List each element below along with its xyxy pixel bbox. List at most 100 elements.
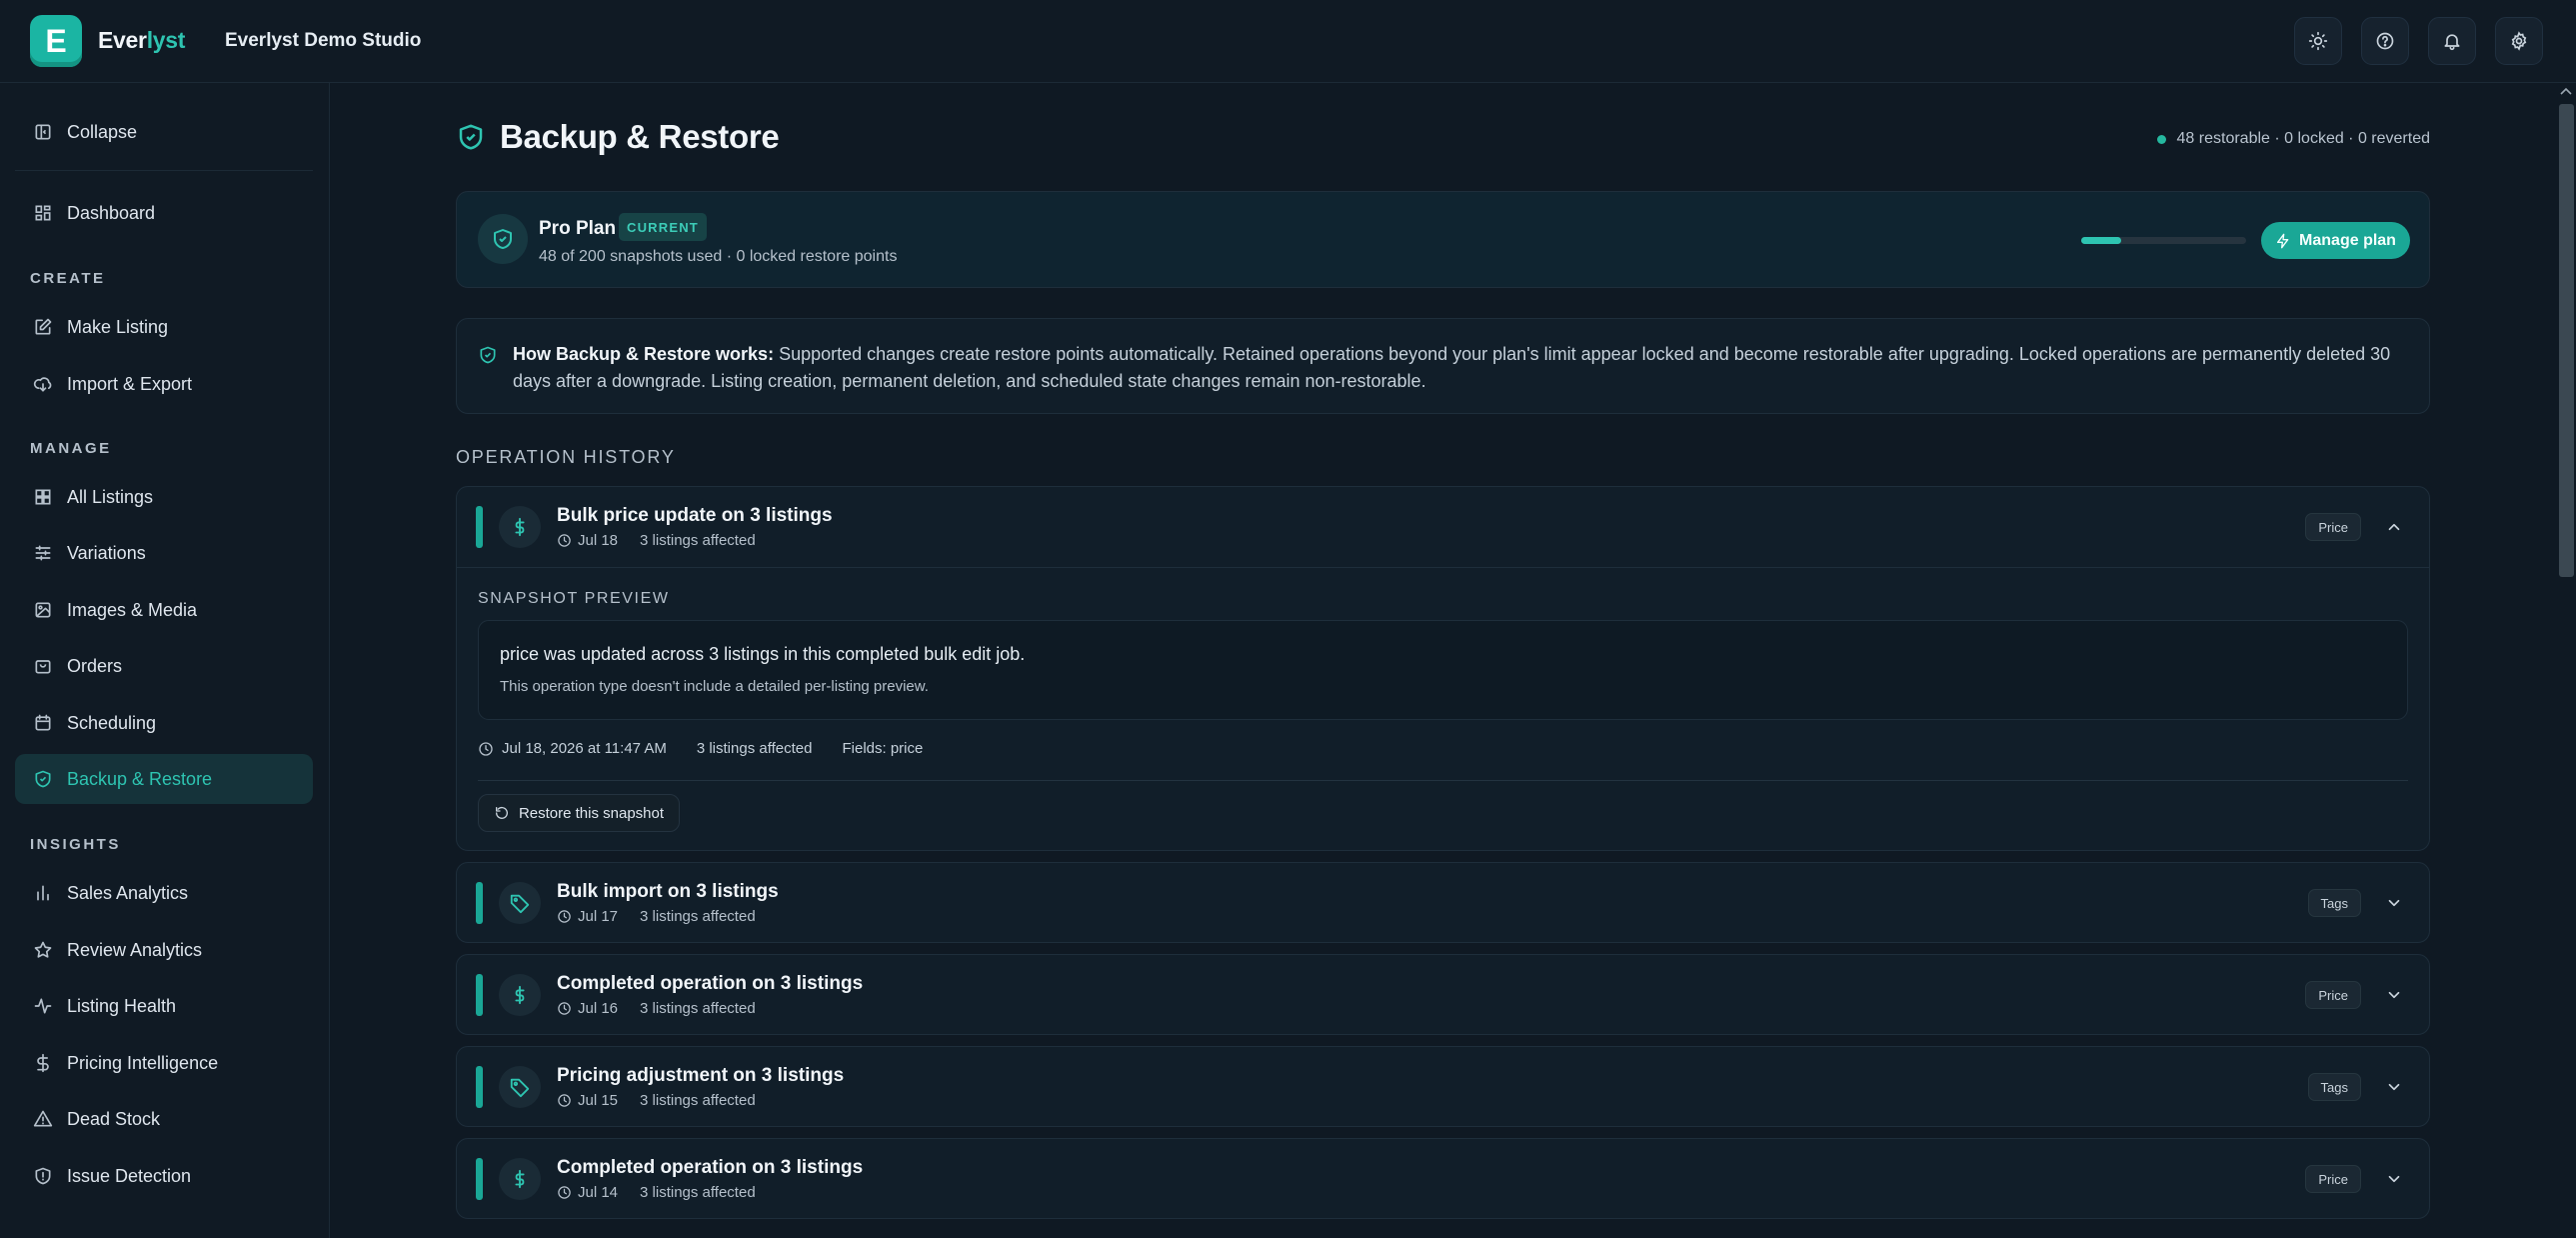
sidebar-item-label: Sales Analytics (67, 882, 189, 903)
sidebar-item-review-analytics[interactable]: Review Analytics (15, 925, 313, 975)
operation-meta: Jul 18 3 listings affected (557, 532, 756, 549)
sidebar-item-listing-health[interactable]: Listing Health (15, 981, 313, 1031)
scroll-up-arrow-icon[interactable] (2560, 86, 2572, 96)
scrollbar-thumb[interactable] (2559, 104, 2574, 577)
sidebar: Collapse Dashboard CREATE Make Listing I… (0, 83, 330, 1238)
operation-accent-bar (476, 1158, 483, 1200)
operation-meta: Jul 14 3 listings affected (557, 1184, 756, 1201)
manage-plan-button[interactable]: Manage plan (2261, 222, 2410, 259)
sidebar-collapse-label: Collapse (67, 121, 138, 142)
sidebar-item-label: Images & Media (67, 599, 198, 620)
operation-card-expanded: Bulk price update on 3 listings Jul 18 3… (456, 486, 2430, 851)
operation-title: Completed operation on 3 listings (557, 973, 864, 994)
sidebar-item-orders[interactable]: Orders (15, 641, 313, 691)
sidebar-item-scheduling[interactable]: Scheduling (15, 698, 313, 748)
operation-history-label: OPERATION HISTORY (456, 447, 676, 467)
clock-icon (479, 741, 493, 756)
logo-icon[interactable]: E (30, 15, 82, 67)
sidebar-item-dead-stock[interactable]: Dead Stock (15, 1094, 313, 1144)
plan-name: Pro Plan (539, 218, 617, 239)
sidebar-item-issue-detection[interactable]: Issue Detection (15, 1151, 313, 1201)
plan-usage-bar (2081, 237, 2246, 244)
sidebar-item-label: Dead Stock (67, 1108, 161, 1129)
sidebar-item-images-media[interactable]: Images & Media (15, 585, 313, 635)
info-text: How Backup & Restore works: Supported ch… (513, 341, 2392, 395)
shield-check-icon (480, 346, 496, 364)
plan-shield-icon (478, 214, 528, 264)
edit-icon (35, 318, 52, 335)
operation-icon (499, 506, 541, 548)
operation-accent-bar (476, 1066, 483, 1108)
chevron-down-icon[interactable] (2385, 1078, 2403, 1096)
page-header: Backup & Restore (456, 118, 780, 156)
bag-icon (35, 660, 51, 674)
operation-card[interactable]: Completed operation on 3 listings Jul 14… (456, 1138, 2430, 1219)
chevron-down-icon[interactable] (2385, 894, 2403, 912)
operation-accent-bar (476, 882, 483, 924)
sidebar-item-make-listing[interactable]: Make Listing (15, 302, 313, 352)
sidebar-item-dashboard[interactable]: Dashboard (15, 188, 313, 238)
sidebar-item-label: Scheduling (67, 712, 157, 733)
shield-icon (35, 770, 51, 788)
bell-icon (2444, 34, 2460, 51)
sidebar-item-all-listings[interactable]: All Listings (15, 472, 313, 522)
operation-accent-bar (476, 506, 483, 548)
dashboard-icon (35, 205, 51, 221)
info-heading: How Backup & Restore works: (513, 344, 775, 364)
sidebar-item-import-export[interactable]: Import & Export (15, 359, 313, 409)
sidebar-item-sales-analytics[interactable]: Sales Analytics (15, 868, 313, 918)
status-dot-icon (2156, 134, 2166, 144)
operation-date: Jul 18 (578, 532, 619, 549)
image-icon (35, 602, 51, 618)
operation-title: Bulk import on 3 listings (557, 881, 779, 902)
restore-status-text: 48 restorable · 0 locked · 0 reverted (2176, 130, 2430, 147)
plan-usage-text: 48 of 200 snapshots used · 0 locked rest… (539, 248, 898, 265)
theme-toggle-button[interactable] (2294, 17, 2342, 65)
restore-snapshot-button[interactable]: Restore this snapshot (478, 794, 680, 832)
operation-count: 3 listings affected (640, 1184, 756, 1201)
sidebar-item-label: Variations (67, 542, 146, 563)
chevron-down-icon[interactable] (2385, 1170, 2403, 1188)
snapshot-meta: Jul 18, 2026 at 11:47 AM 3 listings affe… (478, 740, 923, 757)
settings-button[interactable] (2495, 17, 2543, 65)
chevron-up-icon[interactable] (2385, 518, 2403, 536)
operation-date: Jul 16 (578, 1000, 619, 1017)
sidebar-collapse-button[interactable]: Collapse (15, 107, 313, 157)
snapshot-preview-label: SNAPSHOT PREVIEW (478, 590, 670, 607)
plan-current-badge: CURRENT (619, 213, 707, 241)
sidebar-item-label: Review Analytics (67, 939, 203, 960)
studio-name: Everlyst Demo Studio (225, 30, 422, 51)
clock-icon (558, 1186, 571, 1199)
top-bar: E Everlyst Everlyst Demo Studio (0, 0, 2576, 83)
snapshot-preview-main: price was updated across 3 listings in t… (500, 644, 1026, 664)
chevron-down-icon[interactable] (2385, 986, 2403, 1004)
tag-icon (510, 894, 530, 914)
operation-count: 3 listings affected (640, 532, 756, 549)
sidebar-item-variations[interactable]: Variations (15, 528, 313, 578)
operation-meta: Jul 15 3 listings affected (557, 1092, 756, 1109)
brand-name-part1: Ever (98, 27, 147, 53)
dollar-icon (515, 1169, 525, 1189)
sidebar-item-label: Backup & Restore (67, 768, 213, 789)
sidebar-item-label: Orders (67, 655, 123, 676)
sidebar-item-label: Make Listing (67, 316, 169, 337)
operation-card[interactable]: Bulk import on 3 listings Jul 17 3 listi… (456, 862, 2430, 943)
operation-tag: Price (2305, 1165, 2361, 1193)
operation-card[interactable]: Pricing adjustment on 3 listings Jul 15 … (456, 1046, 2430, 1127)
brand-name: Everlyst (98, 27, 185, 54)
sidebar-section-manage: MANAGE (30, 440, 112, 457)
sidebar-item-backup-restore[interactable]: Backup & Restore (15, 754, 313, 804)
operation-count: 3 listings affected (640, 1000, 756, 1017)
sidebar-item-pricing-intelligence[interactable]: Pricing Intelligence (15, 1038, 313, 1088)
operation-card[interactable]: Completed operation on 3 listings Jul 16… (456, 954, 2430, 1035)
operation-title[interactable]: Bulk price update on 3 listings (557, 505, 833, 527)
operation-icon (499, 882, 541, 924)
notifications-button[interactable] (2428, 17, 2476, 65)
help-button[interactable] (2361, 17, 2409, 65)
dollar-icon (37, 1053, 49, 1073)
sidebar-collapse-icon (35, 124, 51, 140)
help-icon (2376, 32, 2394, 50)
shield-check-icon (459, 124, 483, 150)
restore-status: 48 restorable · 0 locked · 0 reverted (2156, 130, 2430, 148)
sidebar-item-label: All Listings (67, 486, 154, 507)
